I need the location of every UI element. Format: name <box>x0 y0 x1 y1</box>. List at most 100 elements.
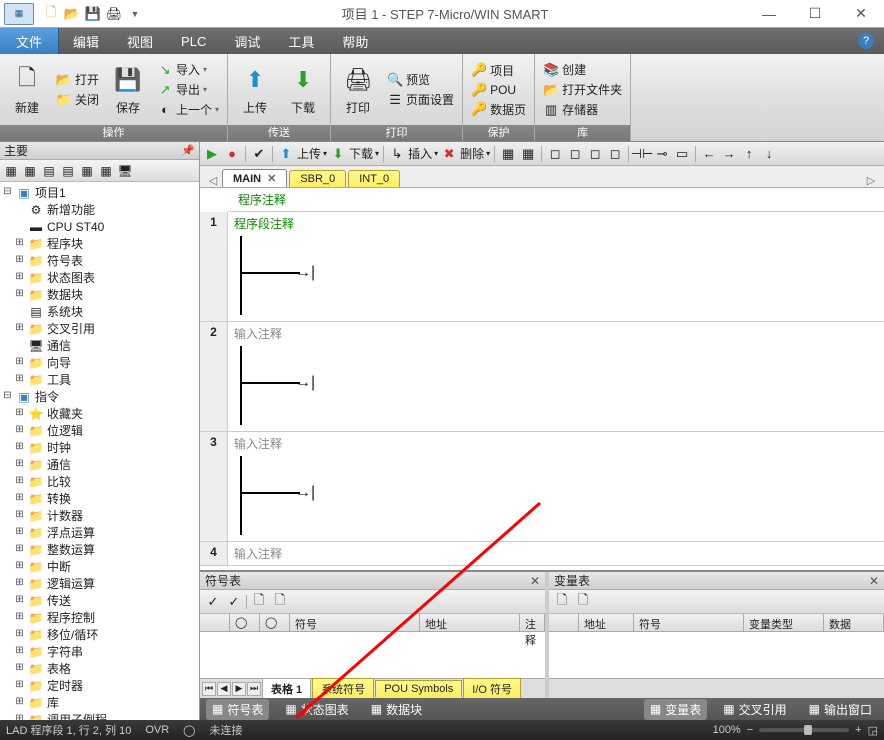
print-button[interactable]: 🖨打印 <box>335 61 381 118</box>
menu-help[interactable]: 帮助 <box>328 28 382 54</box>
close-button[interactable]: ✕ <box>838 0 884 28</box>
menu-tool[interactable]: 工具 <box>274 28 328 54</box>
create-button[interactable]: 📚创建 <box>539 60 626 79</box>
bottab-xref[interactable]: ▦交叉引用 <box>717 699 792 720</box>
tree-project[interactable]: 项目1 <box>35 184 66 201</box>
new-button[interactable]: 🗋新建 <box>4 61 50 118</box>
tb-icon[interactable]: ✓ <box>204 593 222 611</box>
tree-subr[interactable]: 调用子例程 <box>47 711 107 720</box>
open-button[interactable]: 📂打开 <box>52 70 103 89</box>
menu-debug[interactable]: 调试 <box>220 28 274 54</box>
close-button-rb[interactable]: 📁关闭 <box>52 90 103 109</box>
storage-button[interactable]: ▥存储器 <box>539 100 626 119</box>
tree-bitlogic[interactable]: 位逻辑 <box>47 422 83 439</box>
tab-sbr[interactable]: SBR_0 <box>289 170 346 187</box>
tree-wizard[interactable]: 向导 <box>47 354 71 371</box>
tb-icon[interactable]: 🗋 <box>250 593 268 611</box>
qat-open-icon[interactable]: 📂 <box>63 5 81 23</box>
tree-interrupt[interactable]: 中断 <box>47 558 71 575</box>
tb-icon[interactable]: ▦ <box>3 163 19 179</box>
tb-icon[interactable]: 🗋 <box>271 593 289 611</box>
import-button[interactable]: ↘导入▾ <box>153 60 223 79</box>
tb-icon[interactable]: ✓ <box>225 593 243 611</box>
tb-icon[interactable]: ◻ <box>546 145 564 163</box>
tab-scroll-right[interactable]: ▷ <box>864 174 878 187</box>
zoom-slider[interactable] <box>759 728 849 732</box>
tree-int[interactable]: 整数运算 <box>47 541 95 558</box>
network-4[interactable]: 4 输入注释 <box>200 542 884 566</box>
tab-main[interactable]: MAIN✕ <box>222 169 287 187</box>
menu-file[interactable]: 文件 <box>0 28 59 54</box>
tab-syssym[interactable]: 系统符号 <box>312 678 374 699</box>
tree-compare[interactable]: 比较 <box>47 473 71 490</box>
project-button[interactable]: 🔑项目 <box>467 61 530 80</box>
tb-icon[interactable]: 🗋 <box>553 593 571 611</box>
tree-sysblock[interactable]: 系统块 <box>47 303 83 320</box>
bottab-symbol[interactable]: ▦符号表 <box>206 699 269 720</box>
qat-save-icon[interactable]: 💾 <box>84 5 102 23</box>
qat-print-icon[interactable]: 🖨 <box>105 5 123 23</box>
ladder-editor[interactable]: 程序注释 1 程序段注释 →| 2 输入注释 →| <box>200 188 884 570</box>
tb-icon[interactable]: ↓ <box>760 145 778 163</box>
tab-iosym[interactable]: I/O 符号 <box>463 678 521 699</box>
tree-float[interactable]: 浮点运算 <box>47 524 95 541</box>
tb-icon[interactable]: 🖥 <box>117 163 133 179</box>
prev-button[interactable]: ◐上一个▾ <box>153 100 223 119</box>
maximize-button[interactable]: ☐ <box>792 0 838 28</box>
compile-icon[interactable]: ✔ <box>250 145 268 163</box>
tab-pousym[interactable]: POU Symbols <box>375 680 462 697</box>
tree-commI[interactable]: 通信 <box>47 456 71 473</box>
tree-clock[interactable]: 时钟 <box>47 439 71 456</box>
variable-grid[interactable]: 地址 符号 变量类型 数据 <box>549 614 884 678</box>
network-comment[interactable]: 程序段注释 <box>228 212 884 235</box>
tb-icon[interactable]: ◻ <box>566 145 584 163</box>
network-1[interactable]: 1 程序段注释 →| <box>200 212 884 322</box>
qat-dropdown-icon[interactable]: ▼ <box>126 5 144 23</box>
tree-timer[interactable]: 定时器 <box>47 677 83 694</box>
tree-string[interactable]: 字符串 <box>47 643 83 660</box>
tree-statchart[interactable]: 状态图表 <box>47 269 95 286</box>
program-comment[interactable]: 程序注释 <box>228 188 884 212</box>
download-icon[interactable]: ⬇ <box>329 145 347 163</box>
delete-icon[interactable]: ✖ <box>440 145 458 163</box>
pin-icon[interactable]: 📌 <box>181 144 195 157</box>
upload-icon[interactable]: ⬆ <box>277 145 295 163</box>
zoom-control[interactable]: 100% − + ◲ <box>713 724 878 737</box>
symbol-grid[interactable]: ◯◯ 符号 地址 注释 <box>200 614 545 678</box>
datapage-button[interactable]: 🔑数据页 <box>467 100 530 119</box>
bottab-status[interactable]: ▦状态图表 <box>279 699 354 720</box>
network-comment[interactable]: 输入注释 <box>228 542 884 565</box>
menu-plc[interactable]: PLC <box>167 28 220 54</box>
tb-icon[interactable]: → <box>720 145 738 163</box>
tb-icon[interactable]: ▦ <box>98 163 114 179</box>
openfolder-button[interactable]: 📂打开文件夹 <box>539 80 626 99</box>
export-button[interactable]: ↗导出▾ <box>153 80 223 99</box>
bottab-data[interactable]: ▦数据块 <box>365 699 428 720</box>
minimize-button[interactable]: — <box>746 0 792 28</box>
tree-transfer[interactable]: 传送 <box>47 592 71 609</box>
network-comment[interactable]: 输入注释 <box>228 322 884 345</box>
tree-xref[interactable]: 交叉引用 <box>47 320 95 337</box>
panel-close-icon[interactable]: ✕ <box>530 574 540 588</box>
network-3[interactable]: 3 输入注释 →| <box>200 432 884 542</box>
tb-icon[interactable]: ⊸ <box>653 145 671 163</box>
tb-icon[interactable]: ▦ <box>22 163 38 179</box>
tab-scroll-left[interactable]: ◁ <box>206 174 220 187</box>
network-2[interactable]: 2 输入注释 →| <box>200 322 884 432</box>
tree-instr[interactable]: 指令 <box>35 388 59 405</box>
tb-icon[interactable]: ↑ <box>740 145 758 163</box>
tree-comm[interactable]: 通信 <box>47 337 71 354</box>
tab-close-icon[interactable]: ✕ <box>267 172 276 185</box>
tb-icon[interactable]: ◻ <box>586 145 604 163</box>
run-icon[interactable]: ▶ <box>203 145 221 163</box>
tree-datablock[interactable]: 数据块 <box>47 286 83 303</box>
save-button[interactable]: 💾保存 <box>105 61 151 118</box>
network-comment[interactable]: 输入注释 <box>228 432 884 455</box>
panel-close-icon[interactable]: ✕ <box>869 574 879 588</box>
stop-icon[interactable]: ● <box>223 145 241 163</box>
upload-button[interactable]: ⬆上传 <box>232 61 278 118</box>
download-button[interactable]: ⬇下载 <box>280 61 326 118</box>
tab-table1[interactable]: 表格 1 <box>262 678 311 699</box>
tree-table[interactable]: 表格 <box>47 660 71 677</box>
tree-lib[interactable]: 库 <box>47 694 59 711</box>
